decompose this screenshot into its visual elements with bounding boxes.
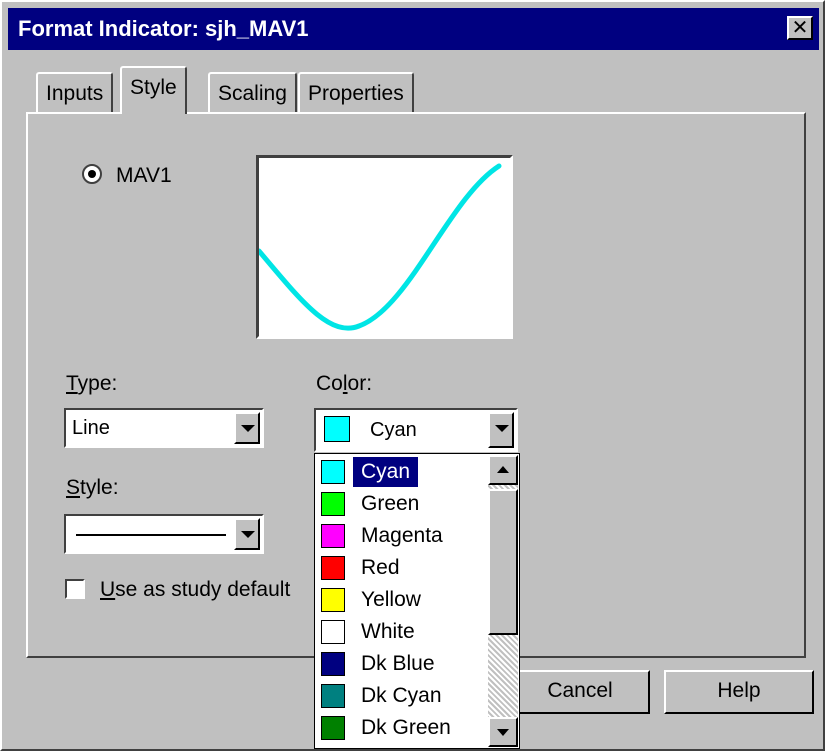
close-icon: ✕ bbox=[791, 15, 809, 39]
scroll-thumb[interactable] bbox=[488, 489, 518, 635]
color-option-swatch bbox=[321, 620, 345, 644]
tab-label: Inputs bbox=[46, 82, 104, 105]
tab-scaling[interactable]: Scaling bbox=[208, 72, 297, 114]
tab-inputs[interactable]: Inputs bbox=[36, 72, 114, 114]
color-option-white[interactable]: White bbox=[317, 616, 487, 648]
color-option-label: Magenta bbox=[361, 524, 443, 547]
color-option-swatch bbox=[321, 460, 345, 484]
format-indicator-dialog: Format Indicator: sjh_MAV1 ✕ Inputs Styl… bbox=[0, 0, 825, 751]
color-list-scrollbar[interactable] bbox=[488, 455, 518, 747]
color-option-label: Dk Blue bbox=[361, 652, 435, 675]
color-option-dk-blue[interactable]: Dk Blue bbox=[317, 648, 487, 680]
tab-label: Style bbox=[130, 76, 177, 99]
title-bar[interactable]: Format Indicator: sjh_MAV1 ✕ bbox=[8, 8, 819, 50]
color-option-label: Green bbox=[361, 492, 420, 515]
color-option-label: Yellow bbox=[361, 588, 421, 611]
color-option-label: Red bbox=[361, 556, 400, 579]
scroll-up-arrow-icon[interactable] bbox=[488, 455, 518, 485]
color-option-yellow[interactable]: Yellow bbox=[317, 584, 487, 616]
color-dropdown-list[interactable]: Cyan Green Magenta Red Yellow White Dk Blue Dk … bbox=[314, 453, 520, 749]
tab-label: Scaling bbox=[218, 82, 287, 105]
color-option-label: White bbox=[361, 620, 415, 643]
color-option-label: Dk Cyan bbox=[361, 684, 442, 707]
color-option-dk-cyan[interactable]: Dk Cyan bbox=[317, 680, 487, 712]
color-option-dk-green[interactable]: Dk Green bbox=[317, 712, 487, 744]
color-option-swatch bbox=[321, 492, 345, 516]
color-option-swatch bbox=[321, 588, 345, 612]
scroll-down-arrow-icon[interactable] bbox=[488, 717, 518, 747]
tab-properties[interactable]: Properties bbox=[298, 72, 414, 114]
color-option-cyan[interactable]: Cyan bbox=[317, 456, 487, 488]
color-option-magenta[interactable]: Magenta bbox=[317, 520, 487, 552]
tab-label: Properties bbox=[308, 82, 404, 105]
close-button[interactable]: ✕ bbox=[787, 16, 813, 40]
color-option-swatch bbox=[321, 716, 345, 740]
window-title: Format Indicator: sjh_MAV1 bbox=[18, 16, 309, 41]
color-option-swatch bbox=[321, 556, 345, 580]
color-option-green[interactable]: Green bbox=[317, 488, 487, 520]
tab-style[interactable]: Style bbox=[120, 66, 187, 114]
color-option-swatch bbox=[321, 524, 345, 548]
color-option-swatch bbox=[321, 684, 345, 708]
help-button[interactable]: Help bbox=[664, 670, 814, 714]
cancel-button[interactable]: Cancel bbox=[510, 670, 650, 714]
color-option-swatch bbox=[321, 652, 345, 676]
color-option-label: Cyan bbox=[353, 457, 419, 487]
color-option-label: Dk Green bbox=[361, 716, 451, 739]
color-option-red[interactable]: Red bbox=[317, 552, 487, 584]
